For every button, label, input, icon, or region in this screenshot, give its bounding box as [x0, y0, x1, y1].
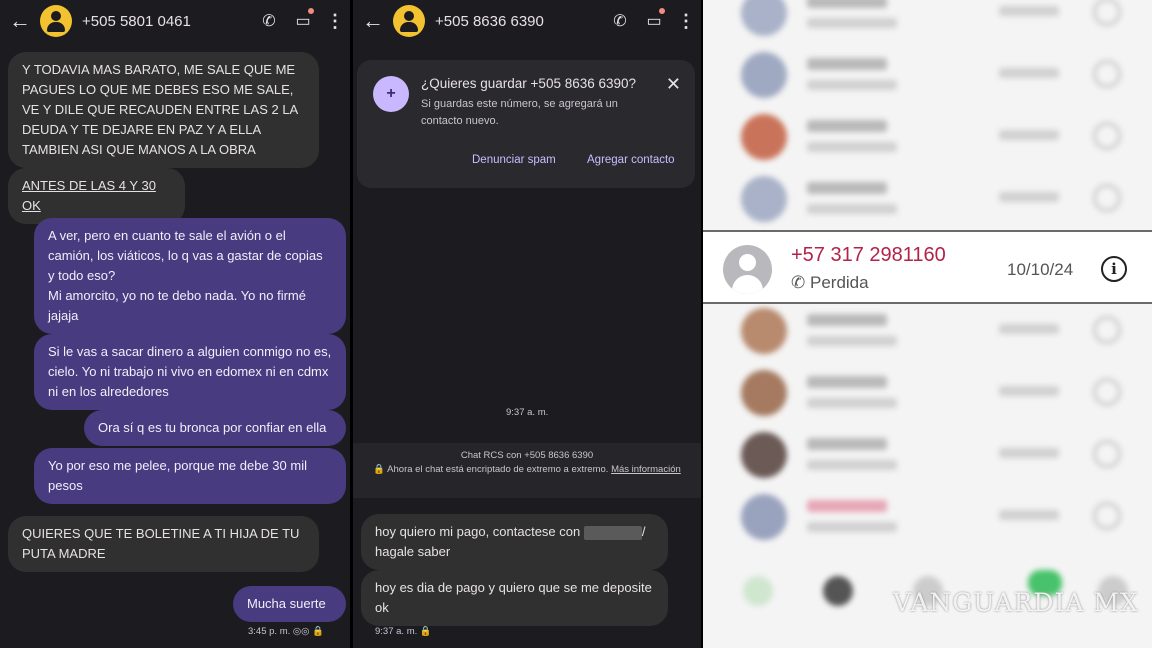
message-incoming[interactable]: Y TODAVIA MAS BARATO, ME SALE QUE ME PAG…	[8, 52, 319, 168]
watermark: VANGUARDIA MX	[893, 588, 1139, 617]
lock-icon: 🔒	[312, 626, 324, 637]
message-outgoing[interactable]: Ora sí q es tu bronca por confiar en ell…	[84, 410, 346, 446]
call-date: 10/10/24	[1007, 260, 1074, 279]
add-person-icon: +	[373, 76, 409, 112]
message-incoming[interactable]: ANTES DE LAS 4 Y 30 OK	[8, 168, 185, 224]
message-outgoing[interactable]: Si le vas a sacar dinero a alguien conmi…	[34, 334, 346, 410]
info-icon[interactable]: i	[1101, 256, 1127, 282]
message-incoming[interactable]: QUIERES QUE TE BOLETINE A TI HIJA DE TU …	[8, 516, 319, 572]
save-contact-card: + ¿Quieres guardar +505 8636 6390? Si gu…	[357, 60, 695, 188]
blurred-call-row	[703, 44, 1152, 106]
more-info-link[interactable]: Más información	[611, 464, 681, 475]
report-spam-button[interactable]: Denunciar spam	[472, 154, 556, 166]
call-log-panel: +57 317 2981160 ✆ Perdida 10/10/24 i VAN…	[703, 0, 1152, 648]
chat-header: ← +505 5801 0461 ✆ ▭ ⋮	[0, 0, 350, 42]
rcs-title: Chat RCS con +505 8636 6390	[460, 450, 594, 461]
rcs-description: Ahora el chat está encriptado de extremo…	[387, 464, 609, 475]
missed-call-row[interactable]: +57 317 2981160 ✆ Perdida 10/10/24 i	[703, 230, 1152, 304]
close-icon[interactable]: ✕	[666, 74, 681, 95]
contact-avatar[interactable]	[393, 5, 425, 37]
message-time: 3:45 p. m. ◎◎ 🔒	[248, 626, 324, 637]
message-time: 9:37 a. m. 🔒	[375, 626, 432, 637]
video-call-icon[interactable]: ▭	[286, 8, 320, 31]
message-outgoing[interactable]: Mucha suerte	[233, 586, 346, 622]
missed-call-icon: ✆	[791, 273, 806, 292]
contact-avatar[interactable]	[40, 5, 72, 37]
blurred-call-row	[703, 486, 1152, 548]
more-options-icon[interactable]: ⋮	[320, 11, 350, 32]
call-status: ✆ Perdida	[791, 273, 869, 292]
back-arrow-icon[interactable]: ←	[0, 8, 40, 34]
message-incoming[interactable]: hoy quiero mi pago, contactese con / hag…	[361, 514, 668, 570]
timestamp: 9:37 a. m.	[506, 407, 549, 418]
video-call-icon[interactable]: ▭	[637, 8, 671, 31]
add-contact-button[interactable]: Agregar contacto	[587, 154, 675, 166]
message-outgoing[interactable]: Yo por eso me pelee, porque me debe 30 m…	[34, 448, 346, 504]
more-options-icon[interactable]: ⋮	[671, 11, 701, 32]
rcs-encryption-notice: Chat RCS con +505 8636 6390 🔒 Ahora el c…	[353, 443, 701, 498]
read-receipt-icon: ◎◎	[292, 626, 310, 637]
chat-header: ← +505 8636 6390 ✆ ▭ ⋮	[353, 0, 701, 42]
blurred-call-row	[703, 424, 1152, 486]
redacted-text	[583, 525, 642, 540]
phone-icon[interactable]: ✆	[252, 11, 286, 31]
lock-icon: 🔒	[419, 626, 432, 637]
lock-icon: 🔒	[373, 464, 386, 475]
blurred-call-row	[703, 106, 1152, 168]
message-incoming[interactable]: hoy es dia de pago y quiero que se me de…	[361, 570, 668, 626]
save-card-description: Si guardas este número, se agregará un c…	[421, 98, 618, 127]
caller-number: +57 317 2981160	[791, 244, 946, 266]
contact-number[interactable]: +505 8636 6390	[435, 13, 603, 30]
message-outgoing[interactable]: A ver, pero en cuanto te sale el avión o…	[34, 218, 346, 334]
left-chat-panel: ← +505 5801 0461 ✆ ▭ ⋮ Y TODAVIA MAS BAR…	[0, 0, 350, 648]
blurred-call-row	[703, 300, 1152, 362]
save-card-title: ¿Quieres guardar +505 8636 6390?	[421, 76, 637, 91]
back-arrow-icon[interactable]: ←	[353, 8, 393, 34]
blurred-call-row	[703, 0, 1152, 44]
middle-chat-panel: ← +505 8636 6390 ✆ ▭ ⋮ + ¿Quieres guarda…	[353, 0, 701, 648]
phone-icon[interactable]: ✆	[603, 11, 637, 31]
blurred-call-row	[703, 362, 1152, 424]
contact-number[interactable]: +505 5801 0461	[82, 13, 252, 30]
blurred-call-row	[703, 168, 1152, 230]
person-avatar-icon	[723, 245, 772, 294]
